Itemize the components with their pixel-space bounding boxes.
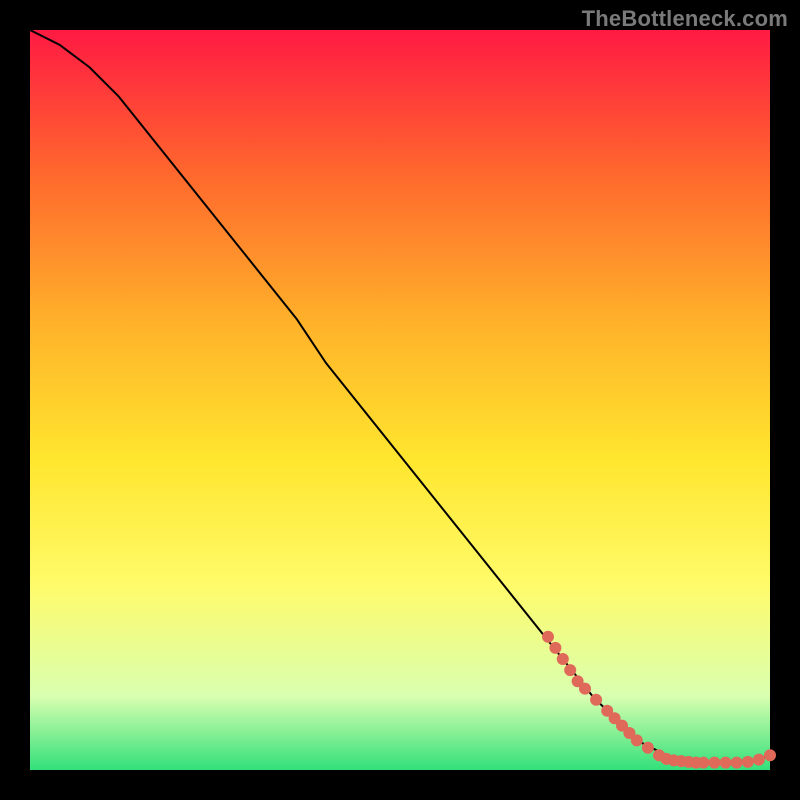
data-marker xyxy=(697,757,709,769)
chart-svg xyxy=(30,30,770,770)
data-marker xyxy=(642,742,654,754)
data-marker xyxy=(731,757,743,769)
data-marker xyxy=(742,756,754,768)
chart-stage: TheBottleneck.com xyxy=(0,0,800,800)
data-marker xyxy=(549,642,561,654)
data-marker xyxy=(753,754,765,766)
data-marker xyxy=(764,749,776,761)
data-marker xyxy=(542,631,554,643)
data-marker xyxy=(579,683,591,695)
data-marker xyxy=(564,664,576,676)
data-marker xyxy=(709,757,721,769)
data-marker xyxy=(631,734,643,746)
plot-area xyxy=(30,30,770,770)
watermark-label: TheBottleneck.com xyxy=(582,6,788,32)
curve-line xyxy=(30,30,770,763)
data-marker xyxy=(557,653,569,665)
data-marker xyxy=(720,757,732,769)
data-marker xyxy=(590,694,602,706)
